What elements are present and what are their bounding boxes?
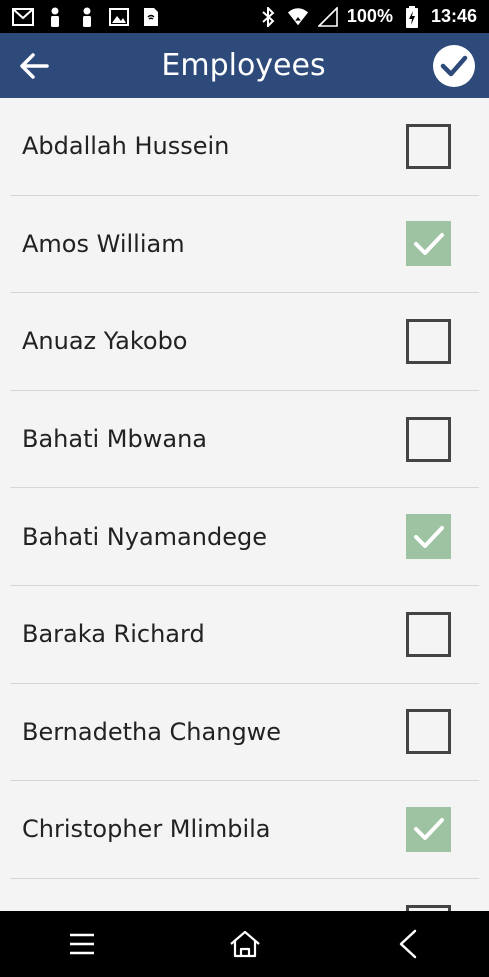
- home-button[interactable]: [215, 919, 275, 969]
- check-icon: [413, 232, 444, 255]
- home-icon: [229, 930, 260, 958]
- sim-icon: [140, 6, 162, 28]
- signal-icon: [317, 6, 339, 28]
- employee-checkbox[interactable]: [406, 123, 451, 169]
- gmail-icon: [12, 6, 34, 28]
- employee-checkbox[interactable]: [406, 514, 451, 560]
- confirm-button[interactable]: [433, 44, 475, 87]
- page-title: Employees: [161, 48, 326, 83]
- list-item[interactable]: Anuaz Yakobo: [10, 293, 479, 391]
- system-icons: 100% 13:46: [257, 5, 477, 28]
- battery-percent: 100%: [346, 6, 393, 26]
- status-bar: 100% 13:46: [0, 0, 489, 33]
- list-item[interactable]: [10, 879, 479, 911]
- menu-icon: [69, 933, 94, 955]
- back-icon: [399, 929, 416, 959]
- employee-list: Abdallah Hussein Amos William Anuaz Yako…: [0, 98, 489, 911]
- employee-name: Bahati Nyamandege: [22, 522, 267, 551]
- employee-name: Bahati Mbwana: [22, 425, 207, 454]
- wifi-icon: [287, 6, 309, 28]
- employee-checkbox[interactable]: [406, 709, 451, 755]
- employee-name: Christopher Mlimbila: [22, 815, 271, 844]
- navigation-bar: [0, 911, 489, 977]
- back-nav-button[interactable]: [378, 919, 438, 969]
- check-icon: [413, 818, 444, 841]
- check-icon: [413, 525, 444, 548]
- app-bar: Employees: [0, 33, 489, 98]
- bluetooth-icon: [257, 6, 279, 28]
- employee-checkbox[interactable]: [406, 318, 451, 364]
- notification-icons: [12, 6, 162, 28]
- employee-name: Baraka Richard: [22, 620, 205, 649]
- back-button[interactable]: [14, 46, 54, 86]
- employee-name: Amos William: [22, 229, 185, 258]
- list-item[interactable]: Christopher Mlimbila: [10, 781, 479, 879]
- employee-checkbox[interactable]: [406, 416, 451, 462]
- employee-checkbox[interactable]: [406, 611, 451, 657]
- check-circle-icon: [440, 55, 468, 76]
- list-item[interactable]: Abdallah Hussein: [10, 98, 479, 196]
- arrow-left-icon: [20, 52, 49, 79]
- employee-checkbox[interactable]: [406, 221, 451, 267]
- person-icon: [44, 6, 66, 28]
- list-item[interactable]: Bahati Nyamandege: [10, 488, 479, 586]
- employee-name: Anuaz Yakobo: [22, 327, 188, 356]
- list-item[interactable]: Baraka Richard: [10, 586, 479, 684]
- person-icon: [76, 6, 98, 28]
- employee-checkbox[interactable]: [406, 806, 451, 852]
- employee-name: Abdallah Hussein: [22, 132, 230, 161]
- list-item[interactable]: Bahati Mbwana: [10, 391, 479, 489]
- employee-name: Bernadetha Changwe: [22, 717, 282, 746]
- image-icon: [108, 6, 130, 28]
- list-item[interactable]: Bernadetha Changwe: [10, 684, 479, 782]
- menu-button[interactable]: [52, 919, 112, 969]
- clock: 13:46: [430, 6, 477, 26]
- battery-charging-icon: [401, 5, 423, 28]
- list-item[interactable]: Amos William: [10, 196, 479, 294]
